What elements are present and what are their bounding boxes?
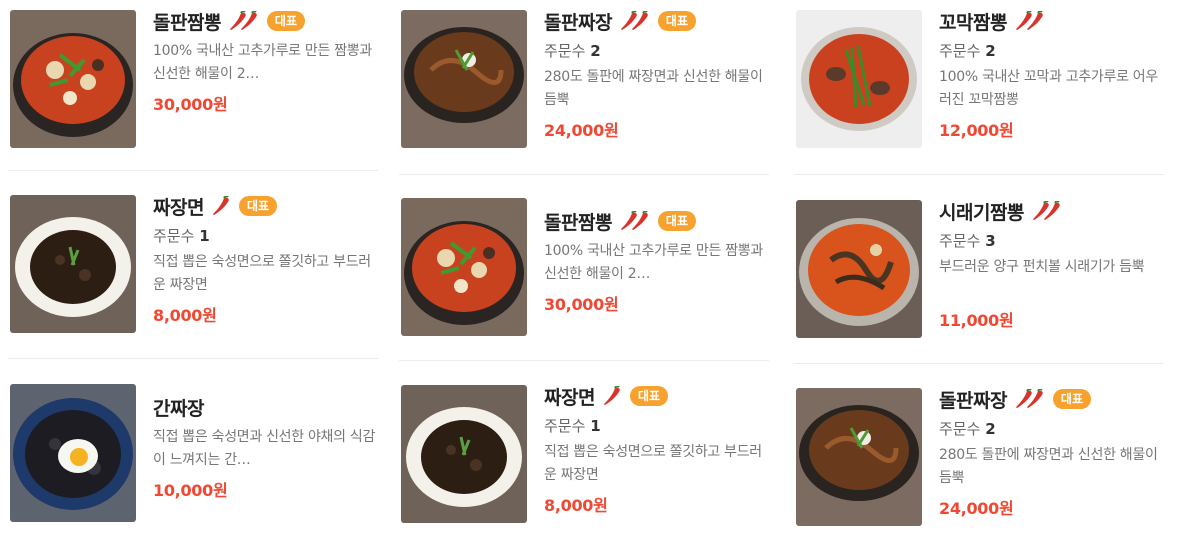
food-photo bbox=[401, 385, 527, 523]
menu-column: 돌판짜장 대표 주문수 2 280도 돌판에 짜장면과 신선한 해물이 듬뿍 24… bbox=[399, 0, 774, 543]
menu-item-name: 돌판짬뽕 bbox=[153, 11, 221, 34]
order-count: 주문수 1 bbox=[153, 227, 210, 245]
menu-item-name: 돌판짬뽕 bbox=[544, 211, 612, 234]
menu-item-price: 24,000원 bbox=[544, 121, 619, 140]
food-photo bbox=[10, 10, 136, 148]
menu-column: 돌판짬뽕 대표 100% 국내산 고추가루로 만든 짬뽕과 신선한 해물이 2… … bbox=[8, 0, 383, 543]
order-count: 주문수 3 bbox=[939, 232, 996, 250]
food-photo bbox=[401, 10, 527, 148]
signature-badge: 대표 bbox=[657, 11, 697, 31]
signature-badge: 대표 bbox=[657, 211, 697, 231]
spicy-chili-icon bbox=[603, 385, 624, 407]
menu-item-price: 11,000원 bbox=[939, 311, 1014, 330]
order-count: 주문수 1 bbox=[544, 417, 601, 435]
menu-item[interactable]: 시래기짬뽕 주문수 3 부드러운 양구 펀치볼 시래기가 듬뿍 11,000원 bbox=[794, 198, 1169, 348]
spicy-chili-icon bbox=[620, 210, 652, 232]
menu-item-description: 부드러운 양구 펀치볼 시래기가 듬뿍 bbox=[939, 259, 1145, 275]
divider bbox=[794, 363, 1164, 364]
spicy-chili-icon bbox=[1015, 388, 1047, 410]
food-photo bbox=[796, 10, 922, 148]
menu-item-price: 8,000원 bbox=[153, 306, 217, 325]
menu-column: 꼬막짬뽕 주문수 2 100% 국내산 꼬막과 고추가루로 어우러진 꼬막짬뽕 … bbox=[794, 0, 1169, 543]
menu-item-price: 12,000원 bbox=[939, 121, 1014, 140]
menu-item-description: 직접 뽑은 숙성면으로 쫄깃하고 부드러운 짜장면 bbox=[544, 444, 762, 483]
order-count: 주문수 2 bbox=[939, 42, 996, 60]
menu-item-description: 280도 돌판에 짜장면과 신선한 해물이 듬뿍 bbox=[939, 447, 1158, 486]
menu-item[interactable]: 꼬막짬뽕 주문수 2 100% 국내산 꼬막과 고추가루로 어우러진 꼬막짬뽕 … bbox=[794, 8, 1169, 158]
menu-item[interactable]: 짜장면 대표 주문수 1 직접 뽑은 숙성면으로 쫄깃하고 부드러운 짜장면 8,… bbox=[8, 193, 383, 343]
menu-item-description: 280도 돌판에 짜장면과 신선한 해물이 듬뿍 bbox=[544, 69, 763, 108]
menu-item-name: 돌판짜장 bbox=[544, 11, 612, 34]
divider bbox=[8, 170, 378, 171]
spicy-chili-icon bbox=[212, 195, 233, 217]
signature-badge: 대표 bbox=[1052, 389, 1092, 409]
menu-item[interactable]: 돌판짜장 대표 주문수 2 280도 돌판에 짜장면과 신선한 해물이 듬뿍 24… bbox=[399, 8, 774, 158]
menu-item[interactable]: 간짜장 직접 뽑은 숙성면과 신선한 야채의 식감이 느껴지는 간… 10,00… bbox=[8, 382, 383, 532]
menu-item-name: 꼬막짬뽕 bbox=[939, 11, 1007, 34]
spicy-chili-icon bbox=[229, 10, 261, 32]
menu-item-description: 100% 국내산 꼬막과 고추가루로 어우러진 꼬막짬뽕 bbox=[939, 69, 1158, 108]
menu-item-description: 직접 뽑은 숙성면과 신선한 야채의 식감이 느껴지는 간… bbox=[153, 429, 376, 468]
order-count: 주문수 2 bbox=[939, 420, 996, 438]
menu-item[interactable]: 돌판짜장 대표 주문수 2 280도 돌판에 짜장면과 신선한 해물이 듬뿍 24… bbox=[794, 386, 1169, 536]
order-count: 주문수 2 bbox=[544, 42, 601, 60]
food-photo bbox=[796, 388, 922, 526]
signature-badge: 대표 bbox=[629, 386, 669, 406]
menu-item-description: 100% 국내산 고추가루로 만든 짬뽕과 신선한 해물이 2… bbox=[153, 43, 372, 82]
menu-item-price: 8,000원 bbox=[544, 496, 608, 515]
menu-item-price: 30,000원 bbox=[153, 95, 228, 114]
menu-item-name: 시래기짬뽕 bbox=[939, 201, 1024, 224]
menu-item-description: 직접 뽑은 숙성면으로 쫄깃하고 부드러운 짜장면 bbox=[153, 254, 371, 293]
menu-item[interactable]: 돌판짬뽕 대표 100% 국내산 고추가루로 만든 짬뽕과 신선한 해물이 2… … bbox=[399, 196, 774, 346]
menu-grid: 돌판짬뽕 대표 100% 국내산 고추가루로 만든 짬뽕과 신선한 해물이 2… … bbox=[0, 0, 1181, 543]
divider bbox=[794, 174, 1164, 175]
spicy-chili-icon bbox=[620, 10, 652, 32]
menu-item-name: 돌판짜장 bbox=[939, 389, 1007, 412]
menu-item-name: 짜장면 bbox=[153, 196, 204, 219]
food-photo bbox=[796, 200, 922, 338]
menu-item-price: 10,000원 bbox=[153, 481, 228, 500]
menu-item[interactable]: 짜장면 대표 주문수 1 직접 뽑은 숙성면으로 쫄깃하고 부드러운 짜장면 8,… bbox=[399, 383, 774, 533]
menu-item-name: 간짜장 bbox=[153, 397, 204, 420]
divider bbox=[399, 360, 769, 361]
signature-badge: 대표 bbox=[238, 196, 278, 216]
spicy-chili-icon bbox=[1032, 200, 1064, 222]
menu-item-name: 짜장면 bbox=[544, 386, 595, 409]
spicy-chili-icon bbox=[1015, 10, 1047, 32]
menu-item-price: 24,000원 bbox=[939, 499, 1014, 518]
menu-item-description: 100% 국내산 고추가루로 만든 짬뽕과 신선한 해물이 2… bbox=[544, 243, 763, 282]
divider bbox=[8, 358, 378, 359]
menu-item[interactable]: 돌판짬뽕 대표 100% 국내산 고추가루로 만든 짬뽕과 신선한 해물이 2… … bbox=[8, 8, 383, 158]
food-photo bbox=[401, 198, 527, 336]
divider bbox=[399, 174, 769, 175]
signature-badge: 대표 bbox=[266, 11, 306, 31]
menu-item-price: 30,000원 bbox=[544, 295, 619, 314]
food-photo bbox=[10, 195, 136, 333]
food-photo bbox=[10, 384, 136, 522]
